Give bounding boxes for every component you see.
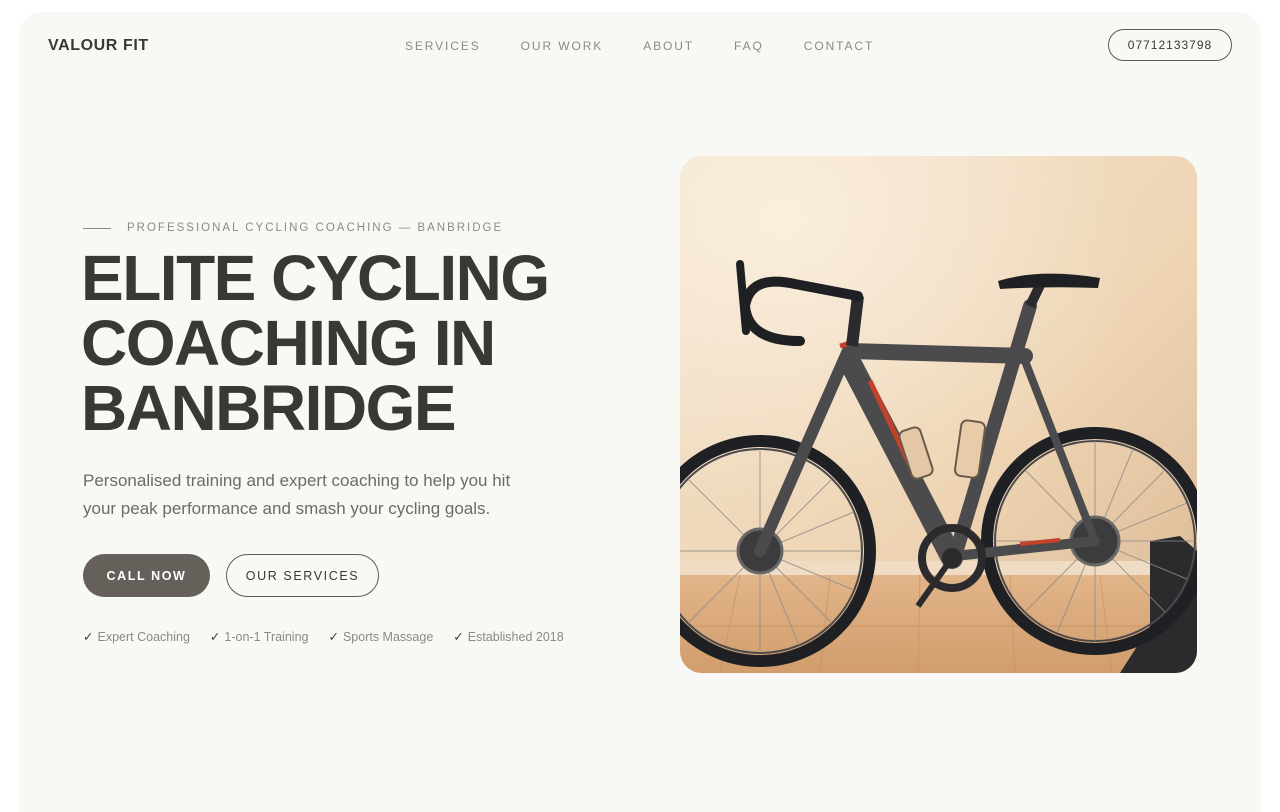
feature-item: ✓ Expert Coaching <box>83 629 190 645</box>
feature-label: 1-on-1 Training <box>224 629 309 644</box>
call-now-button[interactable]: CALL NOW <box>83 554 210 597</box>
hero-bike-image <box>680 156 1197 673</box>
headline-line-1: ELITE CYCLING <box>81 242 550 314</box>
checkmark-icon: ✓ <box>209 630 221 644</box>
eyebrow-text: PROFESSIONAL CYCLING COACHING — BANBRIDG… <box>127 222 504 234</box>
nav-about[interactable]: ABOUT <box>643 39 694 53</box>
our-services-button[interactable]: OUR SERVICES <box>226 554 379 597</box>
checkmark-icon: ✓ <box>453 630 464 644</box>
feature-item: ✓ Established 2018 <box>453 629 564 645</box>
checkmark-icon: ✓ <box>328 630 339 644</box>
checkmark-icon: ✓ <box>83 630 94 644</box>
nav-contact[interactable]: CONTACT <box>804 39 874 53</box>
eyebrow-rule <box>83 227 111 229</box>
phone-button[interactable]: 07712133798 <box>1108 29 1232 61</box>
eyebrow: PROFESSIONAL CYCLING COACHING — BANBRIDG… <box>83 222 503 234</box>
page-container: VALOUR FIT SERVICES OUR WORK ABOUT FAQ C… <box>19 12 1261 812</box>
feature-item: ✓ 1-on-1 Training <box>209 629 309 645</box>
nav-faq[interactable]: FAQ <box>734 39 764 53</box>
feature-label: Expert Coaching <box>97 629 190 644</box>
feature-list: ✓ Expert Coaching ✓ 1-on-1 Training ✓ Sp… <box>83 629 564 645</box>
brand-logo[interactable]: VALOUR FIT <box>48 37 149 55</box>
hero-subtext: Personalised training and expert coachin… <box>83 471 511 518</box>
headline-line-2: COACHING IN <box>81 307 496 379</box>
feature-item: ✓ Sports Massage <box>328 629 434 645</box>
nav-services[interactable]: SERVICES <box>405 39 481 53</box>
headline-line-3: BANBRIDGE <box>81 372 457 444</box>
main-nav: SERVICES OUR WORK ABOUT FAQ CONTACT <box>405 39 874 53</box>
road-bike-illustration <box>680 156 1197 673</box>
feature-label: Sports Massage <box>342 629 434 644</box>
nav-our-work[interactable]: OUR WORK <box>521 39 604 53</box>
feature-label: Established 2018 <box>467 629 564 644</box>
hero-headline: ELITE CYCLING COACHING IN BANBRIDGE <box>81 246 601 441</box>
